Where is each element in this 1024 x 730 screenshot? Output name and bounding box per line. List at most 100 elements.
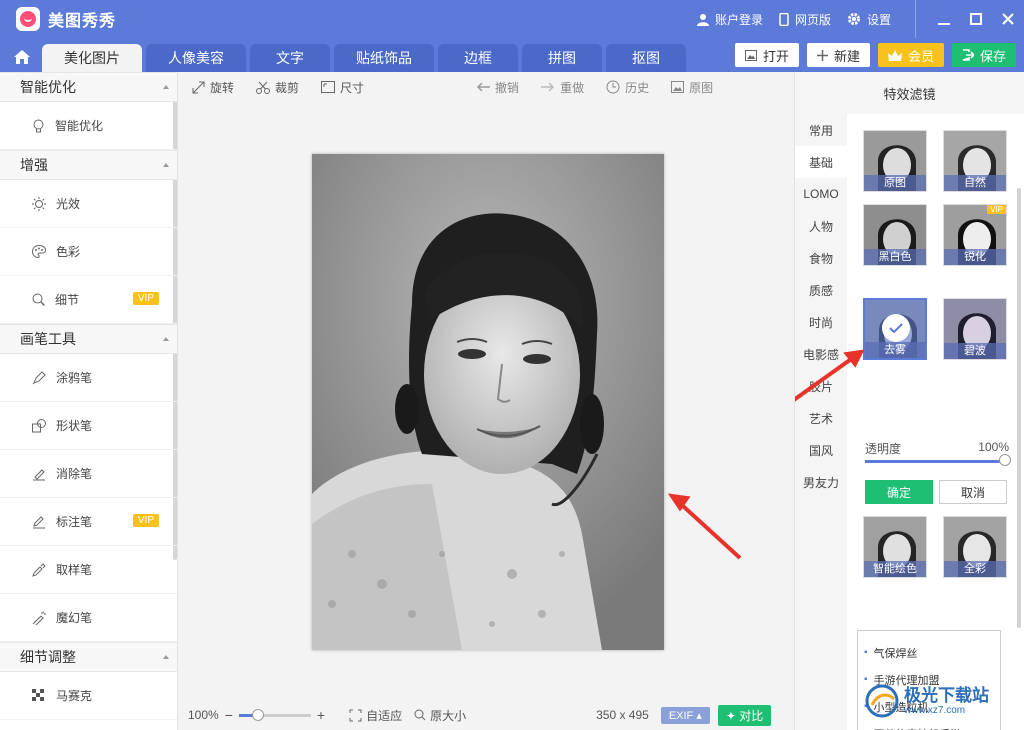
sidebar-item-color[interactable]: 色彩 — [0, 228, 177, 276]
portrait-photo[interactable] — [312, 154, 664, 650]
save-button[interactable]: 保存 — [951, 43, 1016, 67]
category-common[interactable]: 常用 — [795, 114, 847, 146]
tab-portrait[interactable]: 人像美容 — [146, 44, 246, 72]
open-button[interactable]: 打开 — [734, 43, 799, 67]
cancel-button[interactable]: 取消 — [939, 480, 1007, 504]
section-smart-optimize[interactable]: 智能优化 — [0, 72, 177, 102]
doodle-pen-icon — [32, 370, 46, 384]
vip-badge: VIP — [132, 292, 159, 305]
settings-button[interactable]: 设置 — [847, 11, 891, 28]
sidebar-item-eyedropper[interactable]: 取样笔 — [0, 546, 177, 594]
compare-button[interactable]: ✦ 对比 — [717, 704, 772, 726]
zoom-slider[interactable] — [238, 708, 311, 721]
home-button[interactable] — [2, 42, 42, 72]
image-icon — [744, 49, 757, 61]
category-cinematic[interactable]: 电影感 — [795, 338, 847, 370]
fit-button[interactable]: 自适应 — [349, 707, 402, 724]
filter-dehaze[interactable]: 去雾 — [863, 298, 927, 360]
filter-sharpen[interactable]: VIP 锐化 — [943, 204, 1007, 266]
photo-image — [312, 154, 664, 650]
vip-badge: VIP — [132, 514, 159, 527]
category-basic[interactable]: 基础 — [795, 146, 847, 178]
sidebar-item-mark-pen[interactable]: 标注笔 VIP — [0, 498, 177, 546]
new-button[interactable]: 新建 — [806, 43, 870, 67]
site-logo-icon — [865, 684, 899, 718]
category-lomo[interactable]: LOMO — [795, 178, 847, 210]
fit-icon — [349, 709, 362, 721]
plus-icon — [816, 49, 828, 61]
sidebar-item-detail[interactable]: 细节 VIP — [0, 276, 177, 324]
opacity-row: 透明度 100% — [865, 440, 1009, 457]
scissors-icon — [256, 81, 271, 94]
filter-black-white[interactable]: 黑白色 — [863, 204, 927, 266]
category-boyfriend[interactable]: 男友力 — [795, 466, 847, 498]
shape-pen-icon — [32, 418, 46, 432]
tab-collage[interactable]: 拼图 — [522, 44, 602, 72]
minimize-button[interactable] — [928, 0, 960, 38]
resize-icon — [321, 81, 336, 93]
vip-button[interactable]: 会员 — [877, 43, 944, 67]
tab-cutout[interactable]: 抠图 — [606, 44, 686, 72]
sidebar-item-smart-optimize[interactable]: 智能优化 — [0, 102, 177, 150]
category-chinese-style[interactable]: 国风 — [795, 434, 847, 466]
collapse-arrow-icon — [163, 163, 169, 167]
sidebar-item-mosaic[interactable]: 马赛克 — [0, 672, 177, 720]
sidebar-item-light[interactable]: 光效 — [0, 180, 177, 228]
size-button[interactable]: 尺寸 — [321, 79, 364, 96]
eraser-pen-icon — [33, 468, 45, 480]
sidebar-item-eraser-pen[interactable]: 消除笔 — [0, 450, 177, 498]
opacity-slider[interactable] — [865, 460, 1005, 463]
filter-full-color[interactable]: 全彩 — [943, 516, 1007, 578]
redo-button[interactable]: 重做 — [541, 79, 584, 96]
category-fashion[interactable]: 时尚 — [795, 306, 847, 338]
tab-border[interactable]: 边框 — [438, 44, 518, 72]
filter-scrollbar[interactable] — [1017, 188, 1021, 628]
zoom-out-button[interactable]: − — [225, 707, 233, 723]
zoom-in-button[interactable]: + — [317, 707, 325, 723]
category-food[interactable]: 食物 — [795, 242, 847, 274]
sun-icon — [32, 196, 46, 211]
main-tab-bar: 美化图片 人像美容 文字 贴纸饰品 边框 拼图 抠图 打开 新建 会员 保存 — [0, 38, 1024, 72]
filter-smart-color[interactable]: 智能绘色 — [863, 516, 927, 578]
collapse-arrow-icon — [163, 337, 169, 341]
tab-text[interactable]: 文字 — [250, 44, 330, 72]
exif-button[interactable]: EXIF ▴ — [660, 706, 710, 724]
sidebar-item-doodle-pen[interactable]: 涂鸦笔 — [0, 354, 177, 402]
collapse-arrow-icon — [163, 655, 169, 659]
category-people[interactable]: 人物 — [795, 210, 847, 242]
web-version-button[interactable]: 网页版 — [779, 11, 831, 28]
original-button[interactable]: 原图 — [671, 79, 713, 96]
crop-button[interactable]: 裁剪 — [256, 79, 299, 96]
opacity-slider-knob[interactable] — [999, 454, 1011, 466]
filter-original[interactable]: 原图 — [863, 130, 927, 192]
maximize-button[interactable] — [960, 0, 992, 38]
minimize-icon — [938, 23, 950, 25]
actual-size-button[interactable]: 原大小 — [414, 707, 466, 724]
category-art[interactable]: 艺术 — [795, 402, 847, 434]
eyedropper-icon — [32, 562, 46, 577]
section-detail-adjust[interactable]: 细节调整 — [0, 642, 177, 672]
section-enhance[interactable]: 增强 — [0, 150, 177, 180]
category-film[interactable]: 胶片 — [795, 370, 847, 402]
tab-beautify[interactable]: 美化图片 — [42, 44, 142, 72]
app-title: 美图秀秀 — [48, 13, 117, 30]
sidebar-item-magic-pen[interactable]: 魔幻笔 — [0, 594, 177, 642]
section-brush-tools[interactable]: 画笔工具 — [0, 324, 177, 354]
category-texture[interactable]: 质感 — [795, 274, 847, 306]
sidebar-item-shape-pen[interactable]: 形状笔 — [0, 402, 177, 450]
mosaic-icon — [32, 688, 44, 701]
filter-grid: 原图 自然 黑白色 VIP 锐化 去雾 碧波 透明度 100% 确定 取消 智能… — [847, 114, 1024, 730]
close-button[interactable] — [992, 0, 1024, 38]
bulb-icon — [33, 119, 44, 132]
ad-link[interactable]: 气保焊丝 — [864, 639, 1000, 666]
history-button[interactable]: 历史 — [606, 79, 649, 96]
tab-stickers[interactable]: 贴纸饰品 — [334, 44, 434, 72]
rotate-button[interactable]: 旋转 — [192, 79, 234, 96]
filter-blue-wave[interactable]: 碧波 — [943, 298, 1007, 360]
confirm-button[interactable]: 确定 — [865, 480, 933, 504]
account-login-button[interactable]: 账户登录 — [696, 11, 763, 28]
canvas-area[interactable] — [178, 102, 794, 698]
undo-button[interactable]: 撤销 — [476, 79, 519, 96]
zoom-slider-knob[interactable] — [251, 708, 264, 721]
filter-natural[interactable]: 自然 — [943, 130, 1007, 192]
